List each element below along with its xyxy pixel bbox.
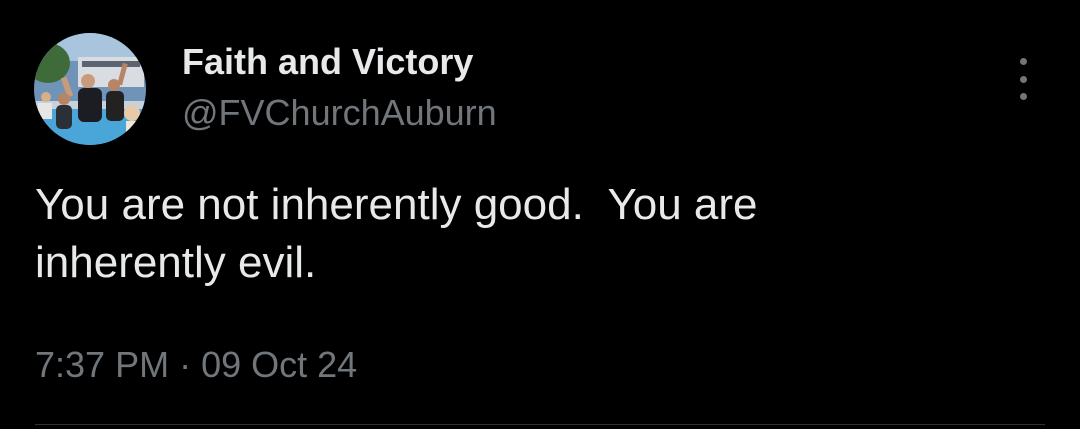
tweet: Faith and Victory @FVChurchAuburn You ar… [0,0,1080,429]
display-name[interactable]: Faith and Victory [182,42,473,82]
timestamp-separator: · [179,344,192,385]
avatar-photo [34,33,146,145]
user-handle[interactable]: @FVChurchAuburn [182,93,497,133]
more-dot [1019,75,1027,83]
divider [35,424,1045,425]
tweet-date: 09 Oct 24 [201,344,358,385]
more-dot [1019,58,1027,65]
more-dot [1019,93,1027,100]
more-vertical-icon[interactable] [1008,58,1038,100]
tweet-timestamp[interactable]: 7:37 PM · 09 Oct 24 [35,343,357,387]
avatar[interactable] [34,33,146,145]
tweet-time: 7:37 PM [35,344,170,385]
tweet-text: You are not inherently good. You are inh… [35,180,758,287]
